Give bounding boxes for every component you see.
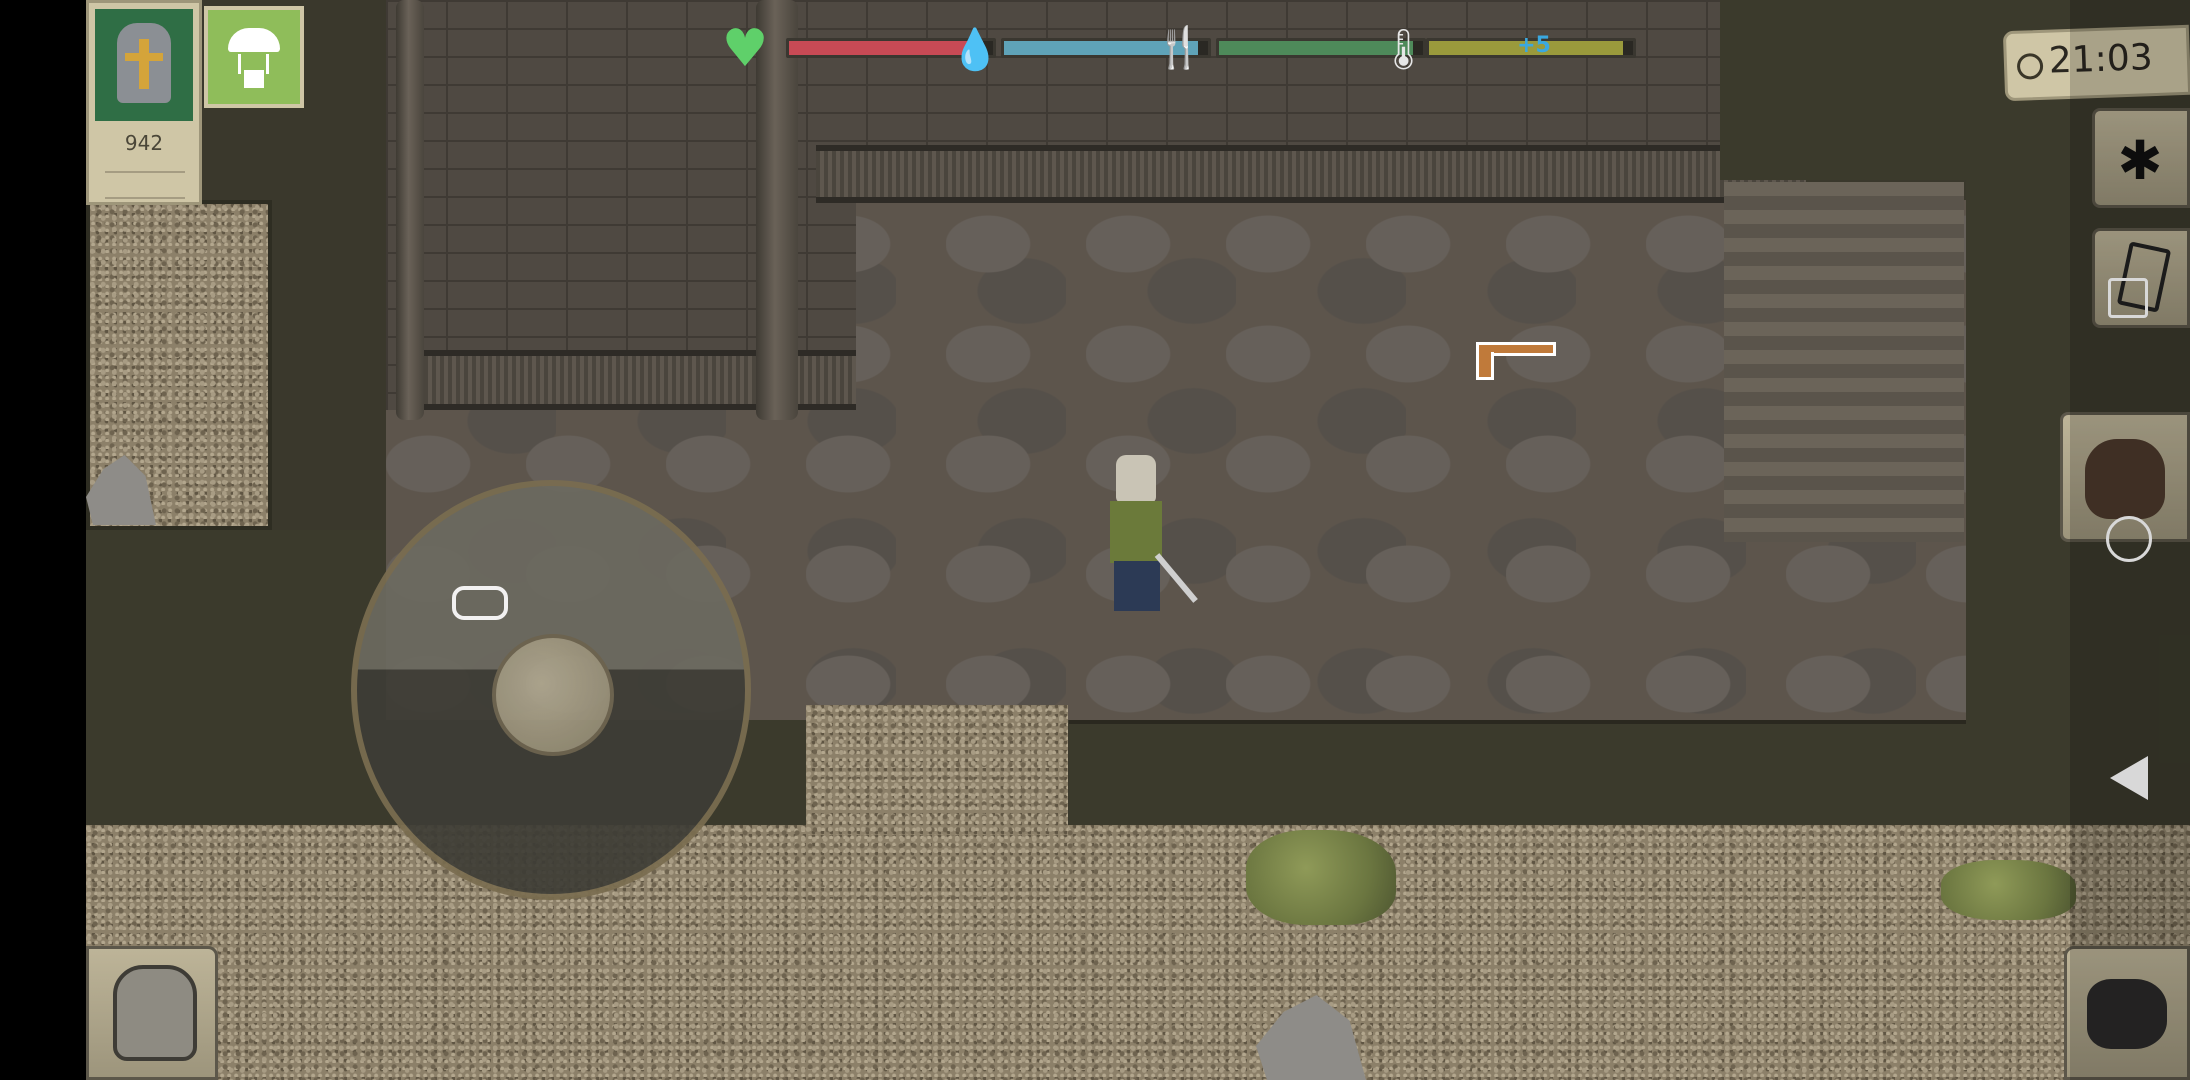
pistol-item[interactable] [1476,342,1556,382]
back-button[interactable] [2110,756,2148,800]
android-nav-bar [2070,0,2190,1080]
temperature-bar: +5 [1426,33,1636,58]
dark-wall-left-lower [86,530,386,860]
player-portrait[interactable]: 942 [86,0,202,205]
player-score: 942 [124,131,164,155]
player-character [1094,455,1198,620]
clock-icon [2016,52,2044,80]
backpack-button[interactable] [86,946,218,1080]
home-button[interactable] [2106,516,2152,562]
rank-emblem-icon [105,171,185,199]
dark-wall-band [1069,720,1966,829]
bush [1246,830,1396,925]
fork-knife-icon: 🍴 [1154,25,1204,71]
parachute-icon [228,28,280,52]
airdrop-button[interactable] [204,6,304,108]
joystick-action-marker-icon [452,586,508,620]
recent-apps-button[interactable] [2108,278,2148,318]
water-drop-icon: 💧 [950,27,1000,73]
pillar [396,0,424,420]
gravel-ground-bottom [86,825,2190,1080]
joystick-thumb[interactable] [492,634,614,756]
thermometer-icon: 🌡 [1378,27,1429,73]
backpack-icon [113,965,197,1061]
gravel-ground-middle [806,705,1068,835]
movement-joystick[interactable] [351,480,751,900]
railing-upper [816,145,1806,203]
bush [1941,860,2076,920]
temperature-label: +5 [1517,33,1551,58]
knight-helmet-icon [95,9,193,121]
heart-plus-icon: ♥ [721,19,769,79]
game-viewport[interactable]: 942 ♥ 💧 🍴 🌡 +5 21:03 ✱ [86,0,2190,1080]
stairs [1724,182,1964,542]
